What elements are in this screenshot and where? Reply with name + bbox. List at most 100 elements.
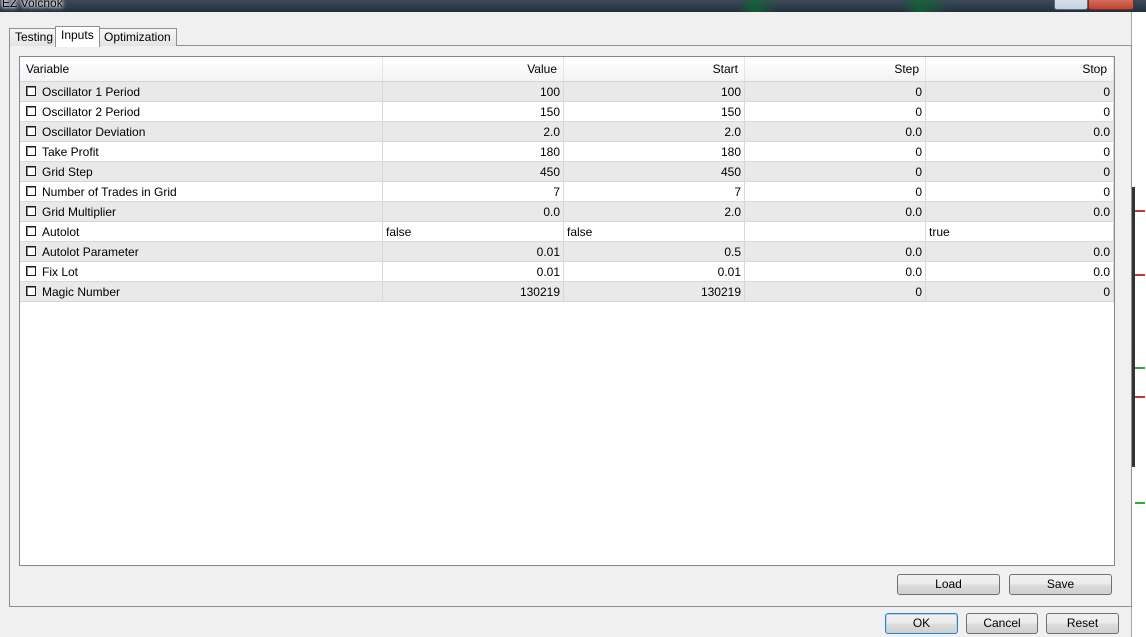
table-row[interactable]: Oscillator 2 Period 150 150 0 0	[20, 102, 1114, 122]
start-cell[interactable]: 2.0	[564, 202, 745, 222]
variable-cell: Grid Multiplier	[20, 202, 383, 222]
optimize-checkbox[interactable]	[26, 246, 36, 256]
stop-cell[interactable]: 0.0	[926, 262, 1114, 282]
variable-name: Magic Number	[42, 285, 121, 299]
load-button[interactable]: Load	[897, 574, 1000, 595]
inputs-grid[interactable]: Variable Value Start Step Stop Oscillato…	[19, 56, 1115, 566]
table-row[interactable]: Grid Step 450 450 0 0	[20, 162, 1114, 182]
start-cell[interactable]: false	[564, 222, 745, 242]
stop-cell[interactable]: 0	[926, 102, 1114, 122]
optimize-checkbox[interactable]	[26, 266, 36, 276]
value-cell[interactable]: 0.01	[383, 262, 564, 282]
variable-name: Autolot Parameter	[42, 245, 139, 259]
column-header-value[interactable]: Value	[383, 57, 564, 81]
table-row[interactable]: Autolot false false true	[20, 222, 1114, 242]
optimize-checkbox[interactable]	[26, 286, 36, 296]
start-cell[interactable]: 0.01	[564, 262, 745, 282]
start-cell[interactable]: 7	[564, 182, 745, 202]
step-cell[interactable]: 0.0	[745, 122, 926, 142]
optimize-checkbox[interactable]	[26, 146, 36, 156]
optimize-checkbox[interactable]	[26, 226, 36, 236]
column-header-variable[interactable]: Variable	[20, 57, 383, 81]
step-cell[interactable]: 0	[745, 142, 926, 162]
stop-cell[interactable]: 0	[926, 162, 1114, 182]
value-cell[interactable]: 0.0	[383, 202, 564, 222]
optimize-checkbox[interactable]	[26, 166, 36, 176]
table-row[interactable]: Take Profit 180 180 0 0	[20, 142, 1114, 162]
table-row[interactable]: Number of Trades in Grid 7 7 0 0	[20, 182, 1114, 202]
column-header-stop[interactable]: Stop	[926, 57, 1114, 81]
table-row[interactable]: Magic Number 130219 130219 0 0	[20, 282, 1114, 302]
stop-cell[interactable]: 0	[926, 282, 1114, 302]
start-cell[interactable]: 2.0	[564, 122, 745, 142]
stop-cell[interactable]: 0	[926, 82, 1114, 102]
step-cell[interactable]: 0.0	[745, 262, 926, 282]
value-cell[interactable]: 7	[383, 182, 564, 202]
variable-name: Number of Trades in Grid	[42, 185, 177, 199]
start-cell[interactable]: 150	[564, 102, 745, 122]
help-button[interactable]	[1054, 0, 1088, 10]
chart-mark	[1135, 396, 1145, 398]
step-cell[interactable]: 0	[745, 282, 926, 302]
save-button[interactable]: Save	[1009, 574, 1112, 595]
step-cell[interactable]: 0	[745, 102, 926, 122]
step-cell[interactable]: 0	[745, 82, 926, 102]
stop-cell[interactable]: 0	[926, 182, 1114, 202]
tab-optimization[interactable]: Optimization	[98, 28, 177, 46]
stop-cell[interactable]: 0.0	[926, 202, 1114, 222]
optimize-checkbox[interactable]	[26, 186, 36, 196]
value-cell[interactable]: false	[383, 222, 564, 242]
cancel-button[interactable]: Cancel	[966, 613, 1038, 634]
value-cell[interactable]: 450	[383, 162, 564, 182]
step-cell[interactable]: 0	[745, 162, 926, 182]
variable-cell: Take Profit	[20, 142, 383, 162]
variable-cell: Number of Trades in Grid	[20, 182, 383, 202]
stop-cell[interactable]: 0	[926, 142, 1114, 162]
step-cell[interactable]: 0	[745, 182, 926, 202]
optimize-checkbox[interactable]	[26, 106, 36, 116]
table-row[interactable]: Grid Multiplier 0.0 2.0 0.0 0.0	[20, 202, 1114, 222]
variable-cell: Oscillator 2 Period	[20, 102, 383, 122]
step-cell[interactable]: 0.0	[745, 202, 926, 222]
variable-name: Take Profit	[42, 145, 99, 159]
optimize-checkbox[interactable]	[26, 126, 36, 136]
table-row[interactable]: Oscillator Deviation 2.0 2.0 0.0 0.0	[20, 122, 1114, 142]
chart-line	[1132, 187, 1135, 467]
variable-name: Autolot	[42, 225, 80, 239]
start-cell[interactable]: 100	[564, 82, 745, 102]
reset-button[interactable]: Reset	[1046, 613, 1119, 634]
optimize-checkbox[interactable]	[26, 206, 36, 216]
start-cell[interactable]: 450	[564, 162, 745, 182]
stop-cell[interactable]: 0.0	[926, 122, 1114, 142]
stop-cell[interactable]: 0.0	[926, 242, 1114, 262]
tab-inputs[interactable]: Inputs	[55, 26, 100, 47]
step-cell[interactable]	[745, 222, 926, 242]
chart-mark	[1135, 274, 1145, 276]
value-cell[interactable]: 130219	[383, 282, 564, 302]
table-row[interactable]: Oscillator 1 Period 100 100 0 0	[20, 82, 1114, 102]
background-chart-glimpse	[900, 0, 950, 12]
variable-cell: Grid Step	[20, 162, 383, 182]
optimize-checkbox[interactable]	[26, 86, 36, 96]
value-cell[interactable]: 2.0	[383, 122, 564, 142]
value-cell[interactable]: 150	[383, 102, 564, 122]
value-cell[interactable]: 180	[383, 142, 564, 162]
table-row[interactable]: Autolot Parameter 0.01 0.5 0.0 0.0	[20, 242, 1114, 262]
variable-cell: Oscillator Deviation	[20, 122, 383, 142]
value-cell[interactable]: 0.01	[383, 242, 564, 262]
start-cell[interactable]: 180	[564, 142, 745, 162]
start-cell[interactable]: 0.5	[564, 242, 745, 262]
column-header-start[interactable]: Start	[564, 57, 745, 81]
ok-button[interactable]: OK	[885, 613, 958, 634]
background-chart-edge	[1131, 12, 1146, 637]
chart-mark	[1135, 367, 1145, 369]
column-header-step[interactable]: Step	[745, 57, 926, 81]
chart-mark	[1135, 210, 1145, 212]
close-button[interactable]	[1088, 0, 1134, 10]
tab-testing[interactable]: Testing	[9, 28, 60, 46]
start-cell[interactable]: 130219	[564, 282, 745, 302]
stop-cell[interactable]: true	[926, 222, 1114, 242]
table-row[interactable]: Fix Lot 0.01 0.01 0.0 0.0	[20, 262, 1114, 282]
step-cell[interactable]: 0.0	[745, 242, 926, 262]
value-cell[interactable]: 100	[383, 82, 564, 102]
